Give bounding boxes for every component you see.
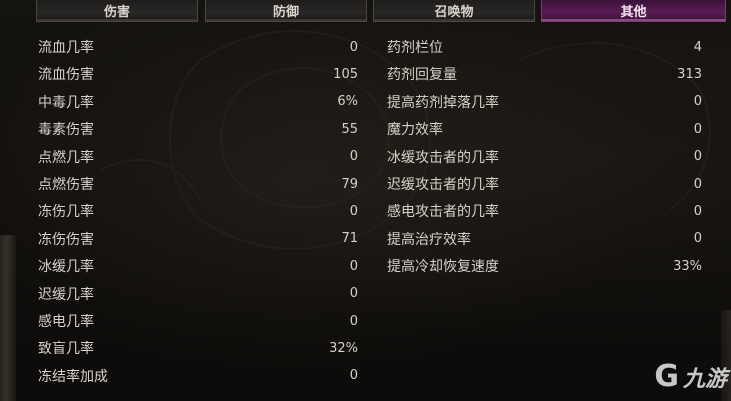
stat-row: 毒素伤害 55 bbox=[38, 118, 358, 140]
stat-value: 33% bbox=[673, 258, 702, 274]
stat-row: 药剂回复量 313 bbox=[387, 63, 702, 85]
stat-row: 点燃几率 0 bbox=[38, 146, 358, 168]
tab-bar: 伤害 防御 召唤物 其他 bbox=[36, 0, 726, 24]
stat-value: 0 bbox=[693, 176, 702, 192]
stat-label: 流血伤害 bbox=[38, 67, 94, 84]
stat-value: 0 bbox=[349, 39, 358, 55]
stat-label: 药剂回复量 bbox=[387, 67, 457, 84]
stat-label: 迟缓攻击者的几率 bbox=[387, 177, 499, 193]
stat-value: 0 bbox=[349, 286, 358, 302]
tab-defense[interactable]: 防御 bbox=[205, 0, 367, 22]
stat-row: 迟缓几率 0 bbox=[38, 283, 358, 305]
stat-label: 冰缓几率 bbox=[38, 259, 94, 276]
stat-row: 冻伤几率 0 bbox=[38, 200, 358, 222]
stat-row: 流血伤害 105 bbox=[38, 63, 358, 85]
stat-value: 6% bbox=[337, 94, 358, 110]
stat-value: 4 bbox=[693, 39, 702, 55]
stat-value: 0 bbox=[693, 231, 702, 247]
stat-label: 冻伤伤害 bbox=[38, 231, 94, 248]
stat-label: 点燃伤害 bbox=[38, 177, 94, 193]
stat-label: 提高药剂掉落几率 bbox=[387, 94, 499, 111]
stat-label: 感电几率 bbox=[38, 314, 94, 330]
stat-value: 0 bbox=[693, 94, 702, 110]
stat-value: 0 bbox=[693, 121, 702, 137]
stat-label: 迟缓几率 bbox=[38, 286, 94, 303]
stat-label: 流血几率 bbox=[38, 40, 94, 56]
stat-label: 中毒几率 bbox=[38, 94, 94, 111]
stat-value: 0 bbox=[349, 203, 358, 219]
stat-label: 感电攻击者的几率 bbox=[387, 204, 499, 221]
stat-value: 0 bbox=[349, 313, 358, 329]
stat-value: 0 bbox=[693, 149, 702, 165]
stat-value: 0 bbox=[349, 149, 358, 165]
stat-value: 79 bbox=[341, 176, 358, 192]
stat-row: 点燃伤害 79 bbox=[38, 173, 358, 195]
stat-label: 点燃几率 bbox=[38, 149, 94, 166]
stat-value: 55 bbox=[341, 121, 358, 137]
stat-label: 魔力效率 bbox=[387, 122, 443, 139]
stat-row: 提高药剂掉落几率 0 bbox=[387, 91, 702, 113]
tab-other[interactable]: 其他 bbox=[541, 0, 726, 22]
stat-row: 冻结率加成 0 bbox=[38, 365, 358, 387]
stat-value: 105 bbox=[333, 66, 358, 82]
stat-value: 32% bbox=[329, 340, 358, 356]
stat-row: 冻伤伤害 71 bbox=[38, 228, 358, 250]
watermark: G 九游 bbox=[654, 361, 727, 393]
stat-label: 冰缓攻击者的几率 bbox=[387, 149, 499, 166]
stat-label: 药剂栏位 bbox=[387, 40, 443, 56]
stat-value: 71 bbox=[341, 231, 358, 247]
stat-value: 0 bbox=[693, 203, 702, 219]
watermark-text: 九游 bbox=[682, 367, 727, 392]
stat-label: 冻结率加成 bbox=[38, 368, 108, 385]
stat-row: 提高冷却恢复速度 33% bbox=[387, 255, 702, 277]
stat-row: 魔力效率 0 bbox=[387, 118, 702, 140]
stat-label: 提高治疗效率 bbox=[387, 231, 471, 248]
stat-value: 0 bbox=[349, 368, 358, 384]
stat-row: 冰缓几率 0 bbox=[38, 255, 358, 277]
stat-row: 致盲几率 32% bbox=[38, 337, 358, 359]
stat-row: 感电几率 0 bbox=[38, 310, 358, 332]
stat-row: 流血几率 0 bbox=[38, 36, 358, 58]
stat-row: 冰缓攻击者的几率 0 bbox=[387, 146, 702, 168]
stat-row: 迟缓攻击者的几率 0 bbox=[387, 173, 702, 195]
stat-row: 药剂栏位 4 bbox=[387, 36, 702, 58]
left-frame-decoration bbox=[0, 235, 16, 401]
stat-row: 提高治疗效率 0 bbox=[387, 228, 702, 250]
tab-damage[interactable]: 伤害 bbox=[36, 0, 198, 22]
stat-row: 中毒几率 6% bbox=[38, 91, 358, 113]
stat-value: 0 bbox=[349, 258, 358, 274]
stat-label: 冻伤几率 bbox=[38, 204, 94, 221]
watermark-logo-icon: G bbox=[654, 359, 679, 394]
stat-label: 致盲几率 bbox=[38, 341, 94, 358]
tab-summons[interactable]: 召唤物 bbox=[373, 0, 535, 22]
stat-row: 感电攻击者的几率 0 bbox=[387, 200, 702, 222]
stat-label: 毒素伤害 bbox=[38, 122, 94, 139]
stat-value: 313 bbox=[677, 66, 702, 82]
stats-screen: 伤害 防御 召唤物 其他 流血几率 0 流血伤害 105 中毒几率 6% 毒素伤害 55 点燃几… bbox=[0, 0, 731, 401]
stat-label: 提高冷却恢复速度 bbox=[387, 259, 499, 276]
